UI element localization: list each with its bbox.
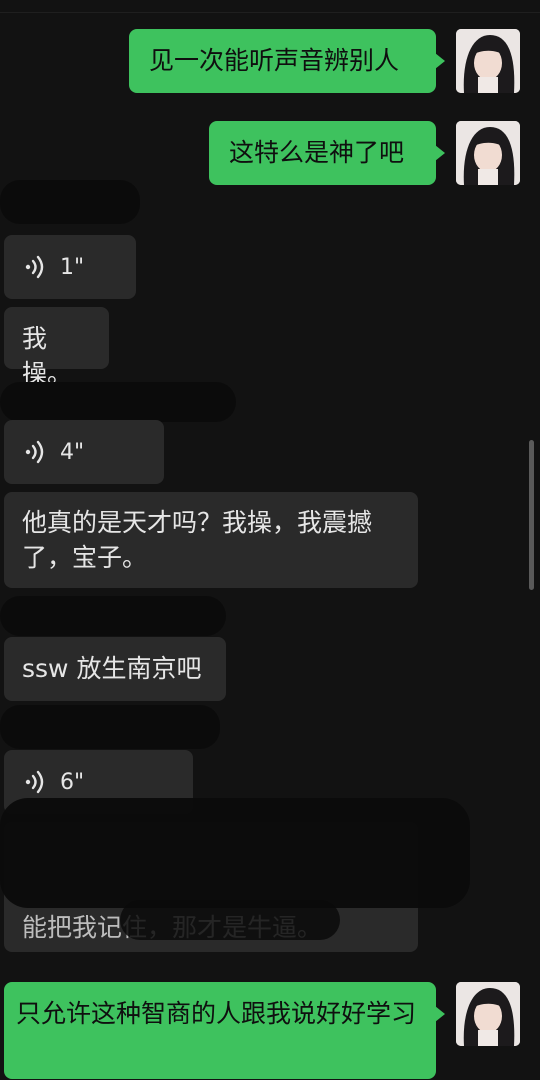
redacted-sender-name [0, 382, 236, 422]
message-text: 只允许这种智商的人跟我说好好学习 [16, 999, 417, 1028]
user-avatar[interactable] [456, 29, 520, 93]
redacted-sender-name [0, 180, 140, 224]
message-text: 他真的是天才吗？我操，我震撼了，宝子。 [22, 508, 373, 572]
incoming-message-bubble[interactable]: 我操。 [4, 307, 109, 388]
redaction-overlay [120, 900, 340, 940]
user-avatar[interactable] [456, 121, 520, 185]
message-text: 见一次能听声音辨别人 [149, 46, 400, 75]
incoming-message-bubble[interactable]: 他真的是天才吗？我操，我震撼了，宝子。 [4, 492, 418, 588]
voice-message-bubble[interactable]: 4" [4, 420, 164, 484]
redaction-overlay [0, 798, 470, 908]
user-avatar[interactable] [456, 982, 520, 1046]
message-text: 我操。 [22, 324, 73, 388]
message-text: ssw 放生南京吧 [22, 654, 202, 683]
avatar-photo-icon [456, 121, 520, 185]
voice-wave-icon [25, 770, 44, 794]
avatar-photo-icon [456, 982, 520, 1046]
scrollbar[interactable] [529, 440, 534, 590]
redacted-sender-name [0, 596, 226, 636]
avatar-photo-icon [456, 29, 520, 93]
voice-wave-icon [25, 440, 44, 464]
outgoing-message-bubble[interactable]: 见一次能听声音辨别人 [129, 29, 445, 93]
voice-duration: 6" [60, 769, 85, 795]
voice-message-bubble[interactable]: 1" [4, 235, 136, 299]
voice-wave-icon [25, 255, 44, 279]
voice-duration: 4" [60, 439, 85, 465]
redacted-sender-name [0, 705, 220, 749]
top-divider [0, 12, 540, 13]
voice-duration: 1" [60, 254, 85, 280]
incoming-message-bubble[interactable]: ssw 放生南京吧 [4, 637, 226, 701]
outgoing-message-bubble[interactable]: 只允许这种智商的人跟我说好好学习 [4, 982, 445, 1079]
outgoing-message-bubble[interactable]: 这特么是神了吧 [209, 121, 445, 185]
message-text: 这特么是神了吧 [229, 138, 405, 167]
